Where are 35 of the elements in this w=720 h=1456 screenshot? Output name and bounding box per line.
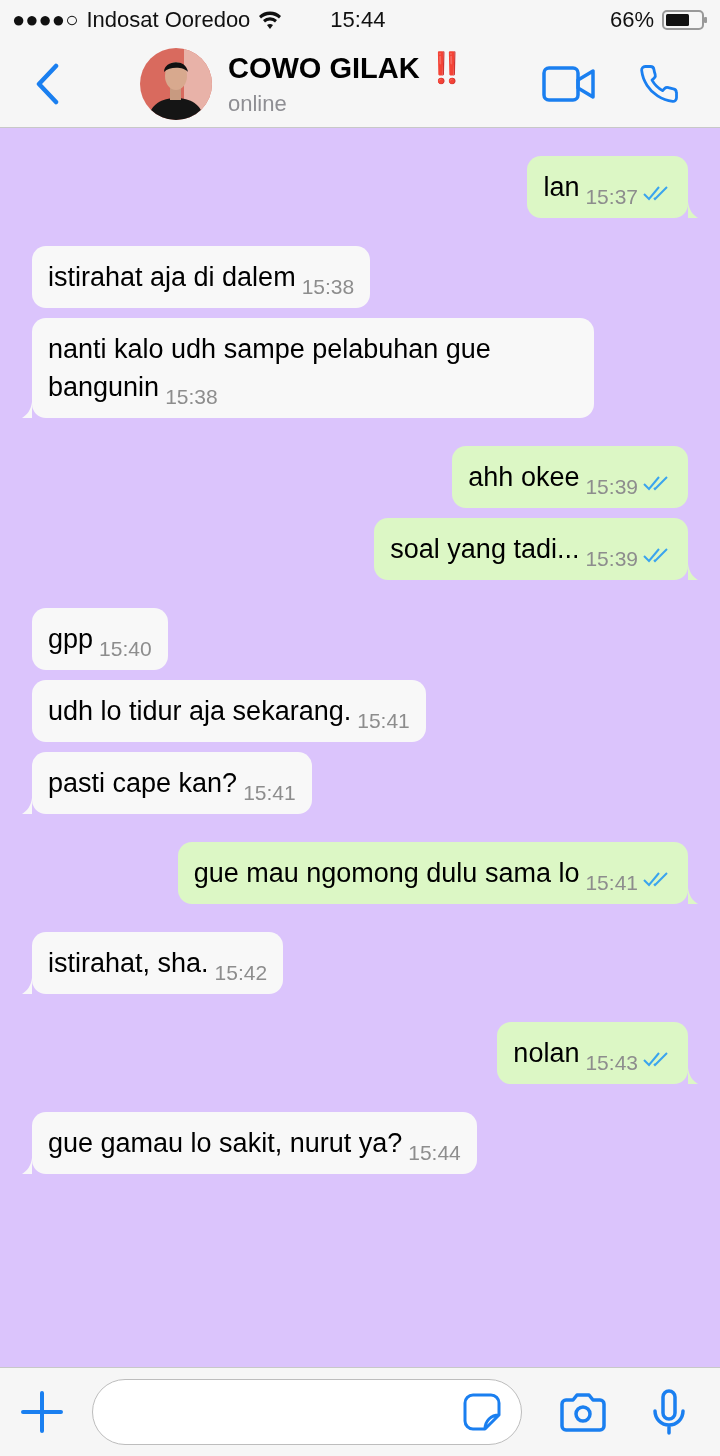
clock-time: 15:44 bbox=[330, 7, 387, 33]
phone-call-icon[interactable] bbox=[638, 62, 680, 105]
bubble-tail bbox=[22, 798, 32, 814]
received-message: pasti cape kan? $_{15:41}$ bbox=[32, 752, 312, 814]
bubble-tail bbox=[22, 402, 32, 418]
back-icon[interactable] bbox=[34, 62, 60, 105]
sent-message: lan $_{15:37}$ bbox=[527, 156, 688, 218]
battery-percent: 66% bbox=[609, 7, 654, 33]
contact-status: online bbox=[228, 91, 288, 117]
received-message: istirahat aja di dalem $_{15:38}$ bbox=[32, 246, 371, 308]
bubble-tail bbox=[22, 978, 32, 994]
video-call-icon[interactable] bbox=[542, 65, 596, 102]
bubble-tail bbox=[688, 202, 698, 218]
sticker-icon[interactable] bbox=[463, 1393, 501, 1431]
received-message: gue gamau lo sakit, nurut ya? $_{15:44}$ bbox=[32, 1112, 477, 1174]
received-message: udh lo tidur aja sekarang. $_{15:41}$ bbox=[32, 680, 426, 742]
received-message: gpp $_{15:40}$ bbox=[32, 608, 168, 670]
sent-message: soal yang tadi... $_{15:39}$ bbox=[374, 518, 688, 580]
battery-icon bbox=[662, 9, 708, 31]
signal-strength: ●●●●○ bbox=[12, 7, 79, 33]
received-message: istirahat, sha. $_{15:42}$ bbox=[32, 932, 284, 994]
wifi-icon bbox=[258, 11, 283, 29]
bubble-tail bbox=[688, 1068, 698, 1084]
contact-name: COWO GILAK ‼ bbox=[228, 50, 466, 85]
add-icon[interactable] bbox=[20, 1390, 64, 1434]
received-message: nanti kalo udh sampe pelabuhan gue bangunin $_{15:38}$ bbox=[32, 318, 594, 418]
bubble-tail bbox=[688, 888, 698, 904]
carrier-name: Indosat Ooredoo bbox=[86, 7, 251, 33]
sent-message: ahh okee $_{15:39}$ bbox=[452, 446, 688, 508]
microphone-icon[interactable] bbox=[652, 1389, 686, 1435]
bubble-tail bbox=[22, 1158, 32, 1174]
bubble-tail bbox=[688, 564, 698, 580]
camera-icon[interactable] bbox=[560, 1392, 606, 1432]
sent-message: gue mau ngomong dulu sama lo $_{15:41}$ bbox=[177, 842, 688, 904]
sent-message: nolan $_{15:43}$ bbox=[497, 1022, 688, 1084]
